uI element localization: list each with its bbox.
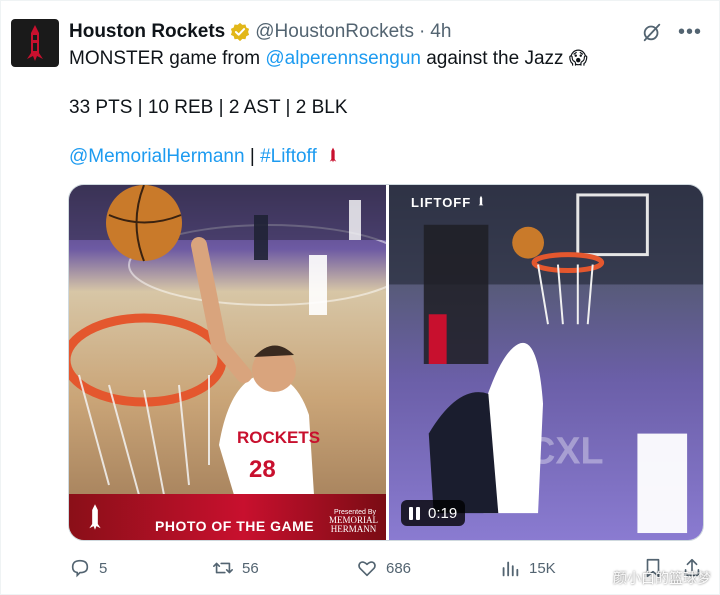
svg-text:28: 28 [249,456,276,483]
stats-line: 33 PTS | 10 REB | 2 AST | 2 BLK [69,97,348,118]
separator-dot: · [418,21,426,42]
retweet-button[interactable]: 56 [212,557,259,579]
rockets-logo-icon [478,195,484,207]
like-count: 686 [386,559,412,577]
verified-badge-icon [231,22,250,42]
photo-banner: PHOTO OF THE GAME Presented By MEMORIAL … [69,494,386,540]
basketball-icon [512,226,545,259]
rockets-hashflag-icon [329,147,337,163]
grok-icon [643,23,661,42]
court-scene-illustration: ROCKETS 28 [69,185,386,496]
video-frame-illustration: CXL [389,185,703,534]
tweet-action-bar: 5 56 686 15K [69,557,707,581]
svg-text:ROCKETS: ROCKETS [237,428,320,447]
photo-of-the-game-image[interactable]: ROCKETS 28 PHOTO OF THE GAME Presented B… [69,185,386,540]
video-timer[interactable]: 0:19 [401,500,466,526]
rockets-logo-icon [89,504,101,530]
liftoff-brand: LIFTOFF [411,195,472,210]
sponsor-logo: MEMORIAL HERMANN [329,516,378,534]
views-button[interactable]: 15K [499,557,556,579]
views-count: 15K [529,559,556,577]
photo-of-the-game-label: PHOTO OF THE GAME [155,518,315,534]
avatar[interactable] [11,19,59,67]
retweet-icon [213,562,233,574]
hashtag-link[interactable]: #Liftoff [260,146,317,167]
svg-text:CXL: CXL [528,430,604,472]
rockets-logo-icon [27,25,43,61]
video-duration: 0:19 [428,504,458,522]
more-icon: ••• [677,21,702,43]
highlight-video[interactable]: CXL LIFTOFF 0:19 [389,185,703,540]
sponsor-name-line: HERMANN [330,524,377,534]
like-button[interactable]: 686 [356,557,411,579]
more-options-button[interactable]: ••• [677,19,703,45]
reply-button[interactable]: 5 [69,557,107,579]
tweet-text-line-1: MONSTER game from @alperennsengun agains… [69,48,588,70]
retweet-count: 56 [242,559,259,577]
grok-button[interactable] [639,19,665,45]
separator-text: | [244,146,261,167]
media-grid: ROCKETS 28 PHOTO OF THE GAME Presented B… [68,184,704,541]
pause-icon[interactable] [409,506,420,520]
header-actions: ••• [639,19,703,45]
heart-icon [358,561,376,577]
source-watermark: 颜小白的篮球梦 [613,570,711,586]
mention-link[interactable]: @MemorialHermann [69,146,245,167]
timestamp[interactable]: 4h [430,21,451,43]
tweet-text: MONSTER game from [69,48,266,69]
tweet-text-line-3: @MemorialHermann | #Liftoff [69,146,340,168]
tweet-text: against the Jazz [420,48,569,69]
liftoff-watermark: LIFTOFF [411,195,486,210]
reply-icon [71,559,89,578]
views-chart-icon [502,561,519,577]
tweet-card: Houston Rockets @HoustonRockets · 4h •••… [0,0,720,595]
display-name[interactable]: Houston Rockets [69,21,225,43]
handle[interactable]: @HoustonRockets [255,21,414,43]
reply-count: 5 [99,559,108,577]
scream-emoji: 😱 [568,48,588,68]
tweet-header: Houston Rockets @HoustonRockets · 4h [69,20,451,44]
mention-link[interactable]: @alperennsengun [265,48,421,69]
